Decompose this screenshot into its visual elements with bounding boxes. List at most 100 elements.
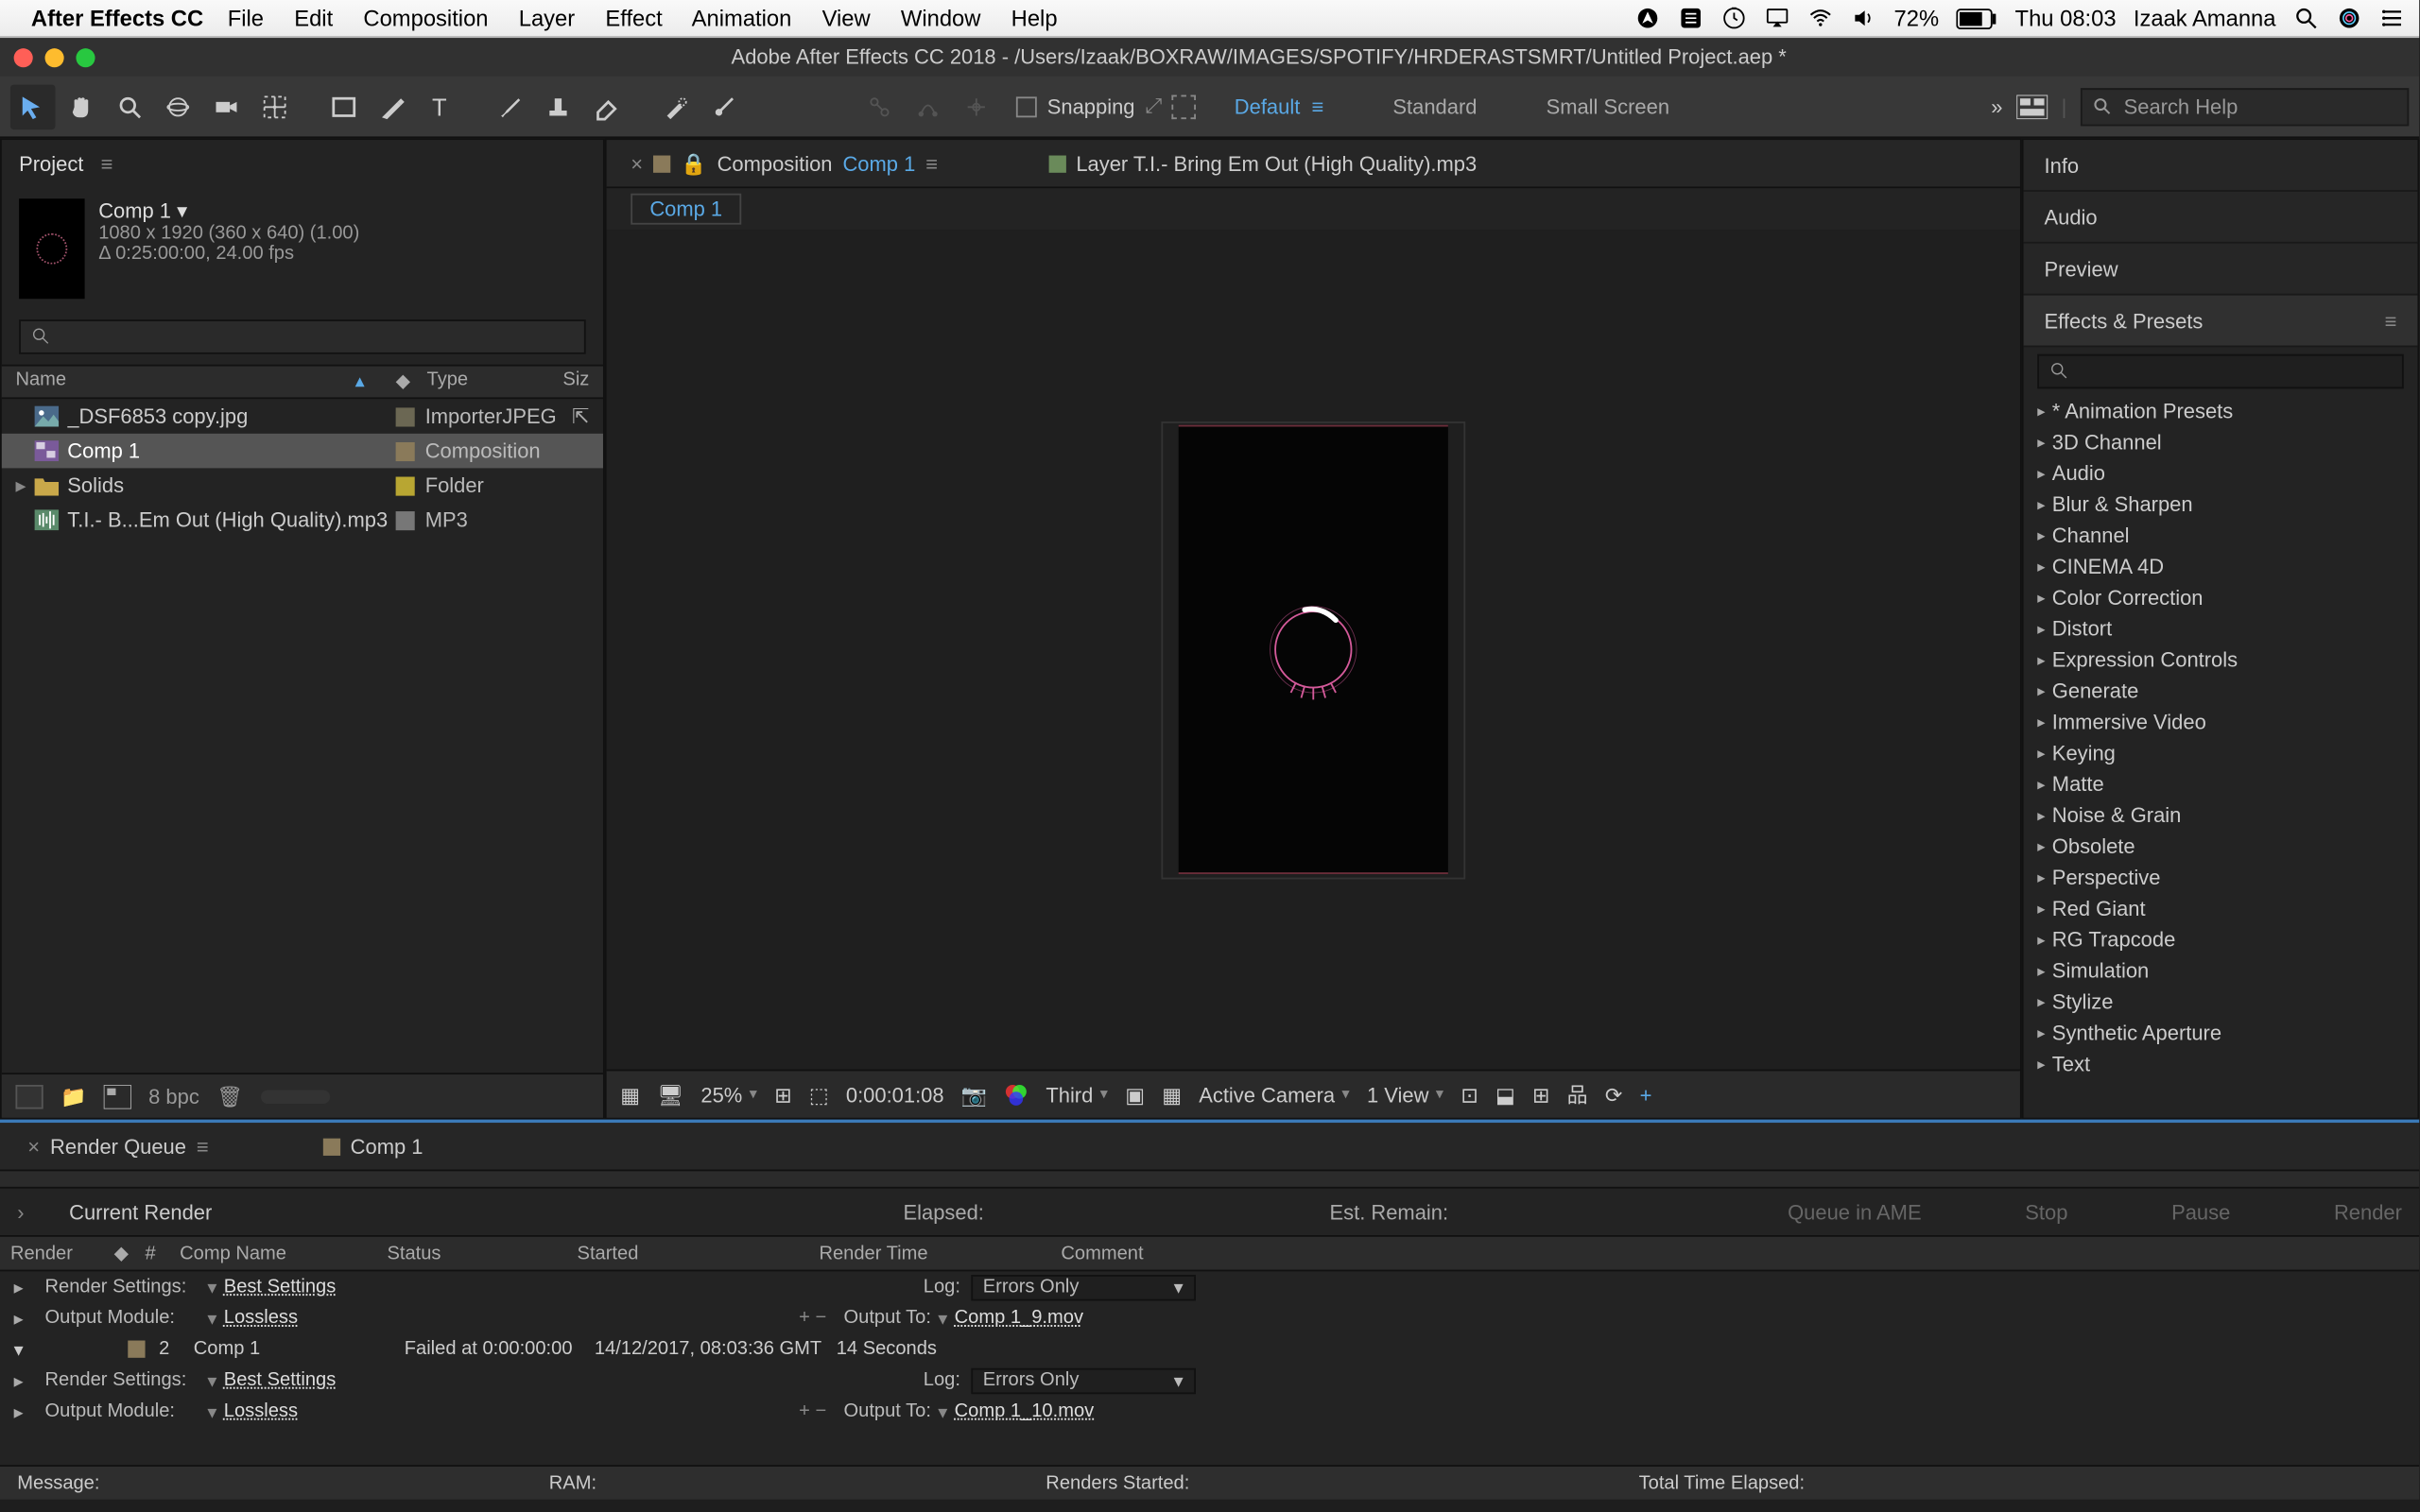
label-swatch[interactable] (396, 476, 415, 495)
col-num[interactable]: # (135, 1243, 170, 1263)
effect-category[interactable]: ▸3D Channel (2024, 427, 2418, 458)
disclosure-icon[interactable]: ▸ (2037, 899, 2045, 918)
dropdown-caret-icon[interactable]: ▾ (207, 1400, 216, 1423)
info-panel[interactable]: Info (2024, 140, 2418, 192)
label-swatch[interactable] (396, 441, 415, 460)
comp-tab-2[interactable]: Layer T.I.- Bring Em Out (High Quality).… (1034, 146, 1490, 180)
effect-category[interactable]: ▸Blur & Sharpen (2024, 489, 2418, 520)
disclosure-icon[interactable]: ▸ (2037, 992, 2045, 1011)
selection-tool[interactable] (10, 84, 56, 129)
effect-category[interactable]: ▸Synthetic Aperture (2024, 1018, 2418, 1049)
ws-small-screen[interactable]: Small Screen (1547, 94, 1669, 119)
clone-stamp-tool[interactable] (536, 84, 581, 129)
effect-category[interactable]: ▸Stylize (2024, 987, 2418, 1018)
col-name[interactable]: Name▴ (2, 367, 382, 398)
display-icon[interactable]: 🖥 (657, 1082, 683, 1107)
ws-default[interactable]: Default ≡ (1235, 94, 1324, 119)
disclosure-icon[interactable]: ▾ (14, 1338, 45, 1361)
snapping-checkbox[interactable] (1016, 95, 1037, 116)
project-item[interactable]: T.I.- B...Em Out (High Quality).mp3MP3 (2, 503, 603, 538)
disclosure-icon[interactable]: ▸ (2037, 930, 2045, 949)
stop-button[interactable]: Stop (2025, 1200, 2067, 1225)
clock-icon[interactable] (1721, 5, 1747, 30)
output-file[interactable]: Comp 1_9.mov (955, 1308, 1083, 1329)
maximize-window[interactable] (76, 47, 95, 66)
disclosure-icon[interactable]: ▸ (2037, 619, 2045, 638)
log-dropdown[interactable]: Errors Only▾ (971, 1274, 1196, 1299)
menu-help[interactable]: Help (1011, 5, 1058, 30)
app-square-icon[interactable] (1678, 5, 1703, 30)
pause-button[interactable]: Pause (2171, 1200, 2230, 1225)
preview-panel[interactable]: Preview (2024, 244, 2418, 296)
view-option-icon-1[interactable]: ⊡ (1461, 1082, 1478, 1107)
pen-tool[interactable] (370, 84, 415, 129)
menu-file[interactable]: File (228, 5, 264, 30)
timeline-tab[interactable]: Comp 1 (309, 1130, 437, 1161)
camera-dropdown[interactable]: Active Camera▾ (1199, 1082, 1349, 1107)
effect-category[interactable]: ▸RG Trapcode (2024, 924, 2418, 955)
type-tool[interactable]: T (418, 84, 463, 129)
minimize-window[interactable] (45, 47, 64, 66)
project-panel-menu-icon[interactable]: ≡ (101, 152, 113, 177)
disclosure-icon[interactable]: ▸ (2037, 464, 2045, 483)
resolution-dropdown[interactable]: Third▾ (1046, 1082, 1108, 1107)
effects-presets-panel[interactable]: Effects & Presets≡ (2024, 296, 2418, 348)
zoom-tool[interactable] (107, 84, 152, 129)
col-render[interactable]: Render (0, 1243, 104, 1263)
disclosure-icon[interactable]: ▸ (14, 1276, 45, 1298)
om-value[interactable]: Lossless (224, 1308, 298, 1329)
project-slider[interactable] (260, 1090, 329, 1104)
roto-brush-tool[interactable] (653, 84, 699, 129)
transparency-grid-icon[interactable]: ▦ (1162, 1082, 1182, 1107)
col-comment[interactable]: Comment (1050, 1243, 2419, 1263)
effect-category[interactable]: ▸CINEMA 4D (2024, 551, 2418, 582)
current-time[interactable]: 0:00:01:08 (846, 1082, 944, 1107)
brush-tool[interactable] (487, 84, 532, 129)
disclosure-icon[interactable]: ▸ (2037, 868, 2045, 887)
om-value[interactable]: Lossless (224, 1401, 298, 1422)
snap-option-1[interactable]: ⤢ (1145, 94, 1162, 119)
comp-tab-1[interactable]: × 🔒 Composition Comp 1 ≡ (617, 146, 952, 180)
effect-category[interactable]: ▸Distort (2024, 613, 2418, 644)
panel-menu-icon[interactable]: ≡ (197, 1134, 209, 1159)
close-icon[interactable]: × (27, 1134, 40, 1159)
effect-category[interactable]: ▸Matte (2024, 768, 2418, 799)
rq-tab[interactable]: × Render Queue ≡ (14, 1130, 223, 1161)
hand-tool[interactable] (59, 84, 104, 129)
rs-value[interactable]: Best Settings (224, 1277, 337, 1297)
puppet-pin-tool[interactable] (701, 84, 747, 129)
col-status[interactable]: Status (377, 1243, 567, 1263)
views-dropdown[interactable]: 1 View▾ (1367, 1082, 1443, 1107)
label-swatch[interactable] (396, 406, 415, 425)
col-compname[interactable]: Comp Name (169, 1243, 376, 1263)
zoom-dropdown[interactable]: 25%▾ (700, 1082, 757, 1107)
alpha-icon[interactable]: ▦ (620, 1082, 640, 1107)
add-output-icon[interactable]: + − (799, 1308, 826, 1329)
render-button[interactable]: Render (2334, 1200, 2402, 1225)
disclosure-icon[interactable]: ▸ (14, 1307, 45, 1330)
project-item[interactable]: _DSF6853 copy.jpgImporterJPEG⇱ (2, 399, 603, 434)
rs-value[interactable]: Best Settings (224, 1370, 337, 1391)
effect-category[interactable]: ▸Immersive Video (2024, 707, 2418, 738)
disclosure-icon[interactable]: ▸ (2037, 681, 2045, 700)
effect-category[interactable]: ▸Simulation (2024, 955, 2418, 987)
panel-menu-icon[interactable]: ≡ (2385, 308, 2397, 333)
disclosure-icon[interactable]: ▸ (2037, 837, 2045, 856)
new-folder-icon[interactable]: 📁 (60, 1084, 86, 1108)
color-channels-icon[interactable] (1004, 1082, 1028, 1107)
menu-composition[interactable]: Composition (363, 5, 488, 30)
notifications-icon[interactable] (2379, 5, 2405, 30)
battery-icon[interactable] (1956, 8, 1997, 28)
col-started[interactable]: Started (567, 1243, 809, 1263)
mesh-tool-2[interactable] (906, 84, 951, 129)
bpc-label[interactable]: 8 bpc (148, 1084, 199, 1108)
dropdown-caret-icon[interactable]: ▾ (207, 1307, 216, 1330)
effect-category[interactable]: ▸Expression Controls (2024, 644, 2418, 676)
disclosure-icon[interactable]: ▸ (2037, 558, 2045, 576)
snap-option-2[interactable] (1172, 94, 1197, 119)
menu-effect[interactable]: Effect (605, 5, 662, 30)
roi-icon[interactable]: ▣ (1125, 1082, 1145, 1107)
comp-thumbnail[interactable] (19, 198, 84, 299)
pan-behind-tool[interactable] (252, 84, 298, 129)
mesh-tool-3[interactable] (954, 84, 999, 129)
